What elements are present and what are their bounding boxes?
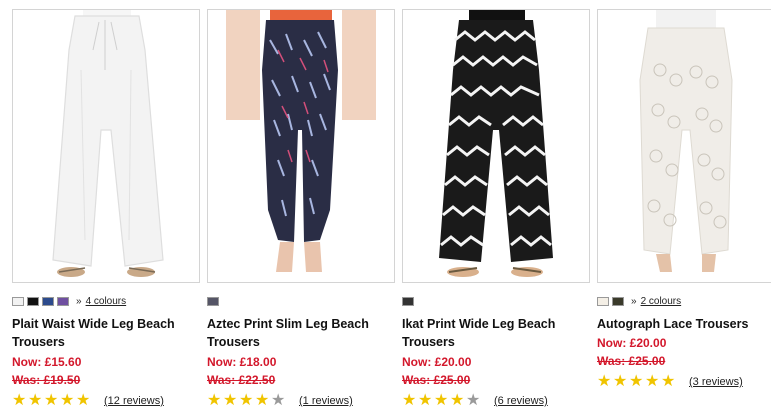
star-rating: ★ ★ ★ ★ ★ (3 reviews) (597, 374, 771, 390)
colour-swatches (402, 294, 590, 308)
product-title[interactable]: Plait Waist Wide Leg Beach Trousers (12, 315, 200, 351)
star-icon: ★ (613, 373, 628, 390)
was-price: Was: £25.00 (402, 373, 471, 387)
star-icon: ★ (223, 392, 238, 409)
swatch[interactable] (402, 296, 414, 306)
star-icon: ★ (28, 392, 43, 409)
product-image[interactable] (12, 9, 200, 283)
product-card[interactable]: » 2 colours Autograph Lace Trousers Now:… (597, 9, 771, 390)
star-icon: ★ (76, 392, 91, 409)
swatch[interactable] (207, 296, 219, 306)
more-colours: » 2 colours (631, 296, 681, 307)
now-price: Now: £18.00 (207, 355, 277, 369)
star-rating: ★ ★ ★ ★ ★ (12 reviews) (12, 393, 200, 409)
star-rating: ★ ★ ★ ★ ★ (1 reviews) (207, 393, 395, 409)
colours-link[interactable]: 2 colours (641, 296, 682, 307)
star-icon: ★ (44, 392, 59, 409)
double-chevron-right-icon: » (76, 295, 82, 307)
product-card[interactable]: Aztec Print Slim Leg Beach Trousers Now:… (207, 9, 395, 409)
now-price: Now: £20.00 (597, 336, 667, 350)
product-image[interactable] (207, 9, 395, 283)
reviews-link[interactable]: (6 reviews) (494, 395, 548, 407)
reviews-link[interactable]: (1 reviews) (299, 395, 353, 407)
now-price: Now: £20.00 (402, 355, 472, 369)
colour-swatches: » 2 colours (597, 294, 771, 308)
star-icon: ★ (255, 392, 270, 409)
was-price: Was: £19.50 (12, 373, 81, 387)
swatch[interactable] (597, 296, 609, 306)
star-icon: ★ (597, 373, 612, 390)
product-title[interactable]: Aztec Print Slim Leg Beach Trousers (207, 315, 395, 351)
product-card[interactable]: Ikat Print Wide Leg Beach Trousers Now: … (402, 9, 590, 409)
was-price: Was: £25.00 (597, 354, 666, 368)
reviews-link[interactable]: (12 reviews) (104, 395, 164, 407)
star-icon: ★ (629, 373, 644, 390)
star-icon: ★ (434, 392, 449, 409)
more-colours: » 4 colours (76, 296, 126, 307)
swatch[interactable] (612, 296, 624, 306)
star-icon: ★ (239, 392, 254, 409)
star-icon: ★ (402, 392, 417, 409)
was-price: Was: £22.50 (207, 373, 276, 387)
colours-link[interactable]: 4 colours (86, 296, 127, 307)
product-image[interactable] (597, 9, 771, 283)
star-icon: ★ (450, 392, 465, 409)
product-title[interactable]: Autograph Lace Trousers (597, 315, 771, 333)
colour-swatches (207, 294, 395, 308)
colour-swatches: » 4 colours (12, 294, 200, 308)
swatch[interactable] (57, 296, 69, 306)
double-chevron-right-icon: » (631, 295, 637, 307)
product-grid: » 4 colours Plait Waist Wide Leg Beach T… (0, 0, 771, 409)
star-icon: ★ (418, 392, 433, 409)
star-icon: ★ (60, 392, 75, 409)
star-icon: ★ (207, 392, 222, 409)
star-icon: ★ (271, 392, 286, 409)
star-icon: ★ (12, 392, 27, 409)
product-image[interactable] (402, 9, 590, 283)
swatch[interactable] (27, 296, 39, 306)
star-icon: ★ (466, 392, 481, 409)
star-icon: ★ (645, 373, 660, 390)
reviews-link[interactable]: (3 reviews) (689, 376, 743, 388)
product-card[interactable]: » 4 colours Plait Waist Wide Leg Beach T… (12, 9, 200, 409)
swatch[interactable] (12, 296, 24, 306)
now-price: Now: £15.60 (12, 355, 82, 369)
product-title[interactable]: Ikat Print Wide Leg Beach Trousers (402, 315, 590, 351)
swatch[interactable] (42, 296, 54, 306)
star-icon: ★ (661, 373, 676, 390)
star-rating: ★ ★ ★ ★ ★ (6 reviews) (402, 393, 590, 409)
